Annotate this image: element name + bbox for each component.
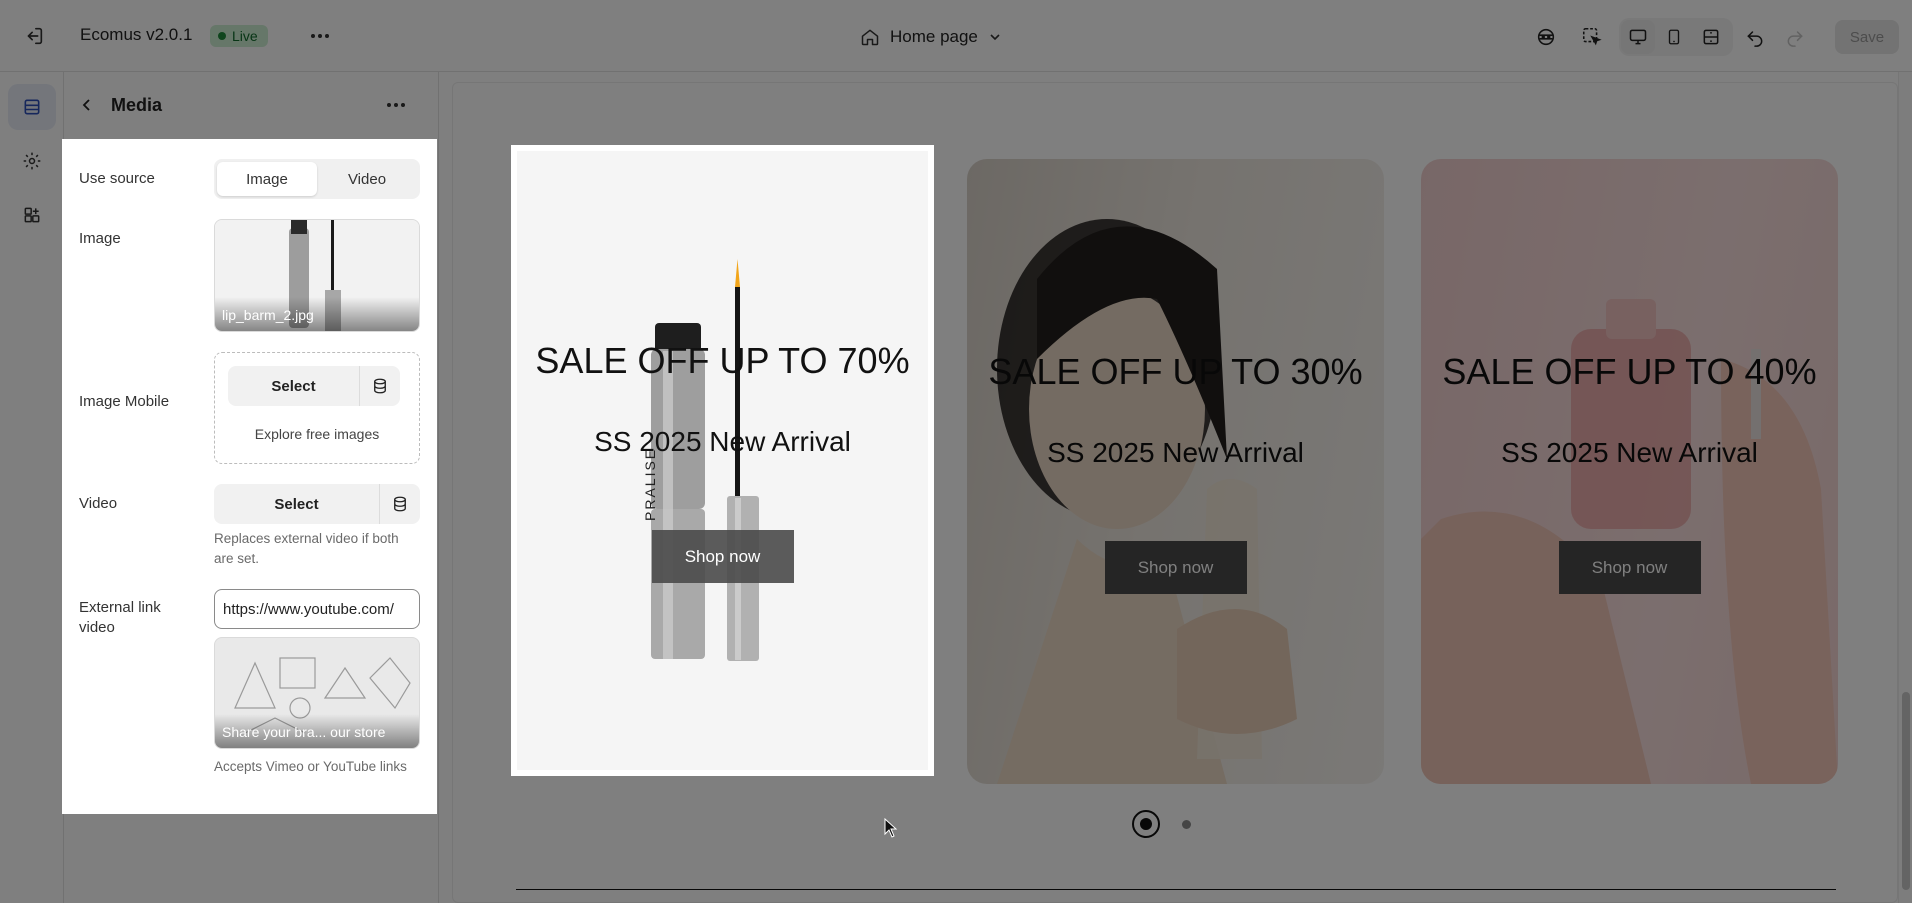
external-link-input[interactable] bbox=[214, 589, 420, 629]
slide-3-title: SALE OFF UP TO 40% bbox=[1442, 351, 1817, 392]
slide-2-shop-button[interactable]: Shop now bbox=[1104, 541, 1247, 594]
panel-title: Media bbox=[111, 95, 163, 115]
redo-button[interactable] bbox=[1778, 20, 1812, 54]
full-width-button[interactable] bbox=[1694, 20, 1728, 54]
top-bar: Ecomus v2.0.1 Live Home page Save bbox=[0, 0, 1912, 72]
save-button[interactable]: Save bbox=[1835, 20, 1899, 54]
mouse-cursor-icon bbox=[884, 818, 898, 838]
panel-more-button[interactable] bbox=[382, 92, 410, 118]
image-mobile-label: Image Mobile bbox=[79, 393, 170, 410]
scrollbar-thumb[interactable] bbox=[1902, 692, 1910, 890]
external-link-help-text: Accepts Vimeo or YouTube links bbox=[214, 759, 407, 774]
external-link-label: External link video bbox=[79, 599, 161, 636]
desktop-icon bbox=[1629, 29, 1647, 45]
apps-button[interactable] bbox=[8, 192, 56, 238]
exit-button[interactable] bbox=[20, 22, 48, 50]
gear-icon bbox=[23, 152, 41, 170]
chevron-down-icon bbox=[990, 34, 1000, 41]
slide-2[interactable]: SALE OFF UP TO 30% SS 2025 New Arrival S… bbox=[967, 159, 1384, 784]
slide-1-shop-button[interactable]: Shop now bbox=[651, 530, 794, 583]
home-icon bbox=[861, 29, 879, 46]
source-option-image[interactable]: Image bbox=[217, 162, 317, 196]
database-icon bbox=[394, 496, 406, 512]
video-select-button[interactable]: Select bbox=[214, 484, 380, 524]
ai-assistant-icon bbox=[1537, 28, 1555, 46]
left-rail bbox=[0, 72, 64, 903]
ai-assistant-button[interactable] bbox=[1529, 20, 1563, 54]
video-thumbnail-caption: Share your bra... our store bbox=[215, 714, 419, 748]
product-brand-text: PRALISE bbox=[642, 447, 658, 521]
page-selector-label: Home page bbox=[890, 27, 978, 46]
desktop-view-button[interactable] bbox=[1621, 20, 1655, 54]
source-toggle: Image Video bbox=[214, 159, 420, 199]
apps-icon bbox=[24, 207, 40, 223]
database-icon bbox=[374, 378, 386, 394]
video-select-group: Select bbox=[214, 484, 420, 524]
status-badge: Live bbox=[210, 25, 268, 47]
slide-1-title: SALE OFF UP TO 70% bbox=[535, 340, 910, 381]
slide-1-subtitle: SS 2025 New Arrival bbox=[594, 426, 851, 457]
undo-button[interactable] bbox=[1738, 20, 1772, 54]
video-label: Video bbox=[79, 495, 118, 512]
image-label: Image bbox=[79, 230, 121, 247]
chevron-left-icon bbox=[82, 99, 90, 111]
explore-free-images-link[interactable]: Explore free images bbox=[215, 426, 419, 442]
slide-3-shop-button[interactable]: Shop now bbox=[1558, 541, 1701, 594]
inspect-cursor-icon bbox=[1582, 27, 1602, 46]
slide-1[interactable]: PRALISE SALE OFF UP TO 70% SS 2025 New A… bbox=[511, 145, 934, 776]
more-horizontal-icon bbox=[311, 34, 329, 38]
image-mobile-dropzone[interactable]: Select Explore free images bbox=[214, 352, 420, 464]
mobile-icon bbox=[1668, 29, 1680, 45]
slide-3[interactable]: SALE OFF UP TO 40% SS 2025 New Arrival S… bbox=[1421, 159, 1838, 784]
image-mobile-select-button[interactable]: Select bbox=[228, 366, 360, 406]
video-help-text: Replaces external video if both are set. bbox=[214, 531, 399, 566]
image-picker[interactable]: lip_barm_2.jpg bbox=[214, 219, 420, 332]
canvas-scrollbar[interactable] bbox=[1898, 72, 1912, 903]
pagination-dot-2[interactable] bbox=[1182, 820, 1191, 829]
video-library-button[interactable] bbox=[380, 484, 420, 524]
status-badge-label: Live bbox=[232, 28, 258, 44]
image-mobile-select-group: Select bbox=[228, 366, 400, 406]
live-dot-icon bbox=[218, 32, 226, 40]
slide-3-subtitle: SS 2025 New Arrival bbox=[1501, 437, 1758, 468]
slide-2-subtitle: SS 2025 New Arrival bbox=[1047, 437, 1304, 468]
exit-icon bbox=[27, 27, 43, 45]
full-width-icon bbox=[1703, 29, 1719, 45]
sections-icon bbox=[24, 99, 40, 115]
app-title: Ecomus v2.0.1 bbox=[80, 25, 193, 44]
serum-photo bbox=[1421, 299, 1838, 784]
sections-button[interactable] bbox=[8, 84, 56, 130]
image-mobile-library-button[interactable] bbox=[360, 366, 400, 406]
mascara-product-photo bbox=[651, 259, 759, 661]
back-button[interactable] bbox=[74, 92, 100, 118]
pagination-dot-1-fill bbox=[1140, 818, 1152, 830]
undo-icon bbox=[1747, 31, 1763, 47]
panel-header: Media bbox=[64, 72, 439, 138]
slider-pagination bbox=[1132, 807, 1212, 841]
page-selector[interactable]: Home page bbox=[860, 22, 1002, 52]
image-filename: lip_barm_2.jpg bbox=[215, 297, 419, 331]
redo-icon bbox=[1787, 31, 1803, 47]
more-options-button[interactable] bbox=[306, 22, 334, 50]
settings-button[interactable] bbox=[8, 138, 56, 184]
section-divider bbox=[516, 889, 1836, 890]
use-source-label: Use source bbox=[79, 170, 155, 187]
more-horizontal-icon bbox=[387, 103, 405, 107]
media-form: Use source Image Video Image lip_barm_2.… bbox=[62, 139, 437, 814]
model-photo bbox=[997, 219, 1297, 784]
slide-2-title: SALE OFF UP TO 30% bbox=[988, 351, 1363, 392]
mobile-view-button[interactable] bbox=[1657, 20, 1691, 54]
inspect-button[interactable] bbox=[1575, 20, 1609, 54]
source-option-video[interactable]: Video bbox=[317, 162, 417, 196]
video-thumbnail[interactable]: Share your bra... our store bbox=[214, 637, 420, 749]
